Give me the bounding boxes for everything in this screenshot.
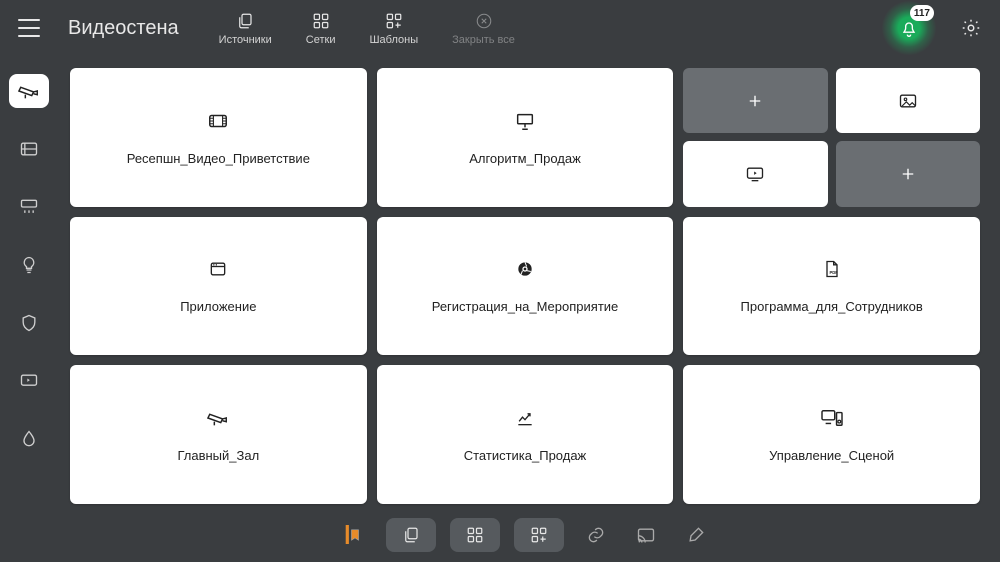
card-event-registration[interactable]: Регистрация_на_Мероприятие <box>377 217 674 356</box>
card-staff-program[interactable]: PDF Программа_для_Сотрудников <box>683 217 980 356</box>
settings-button[interactable] <box>960 17 982 39</box>
card-sales-algorithm[interactable]: Алгоритм_Продаж <box>377 68 674 207</box>
ac-icon <box>19 197 39 217</box>
plus-icon <box>746 92 764 110</box>
card-sales-stats[interactable]: Статистика_Продаж <box>377 365 674 504</box>
copy-icon <box>402 526 420 544</box>
bell-icon <box>899 18 919 38</box>
media-screen-icon <box>745 164 765 184</box>
link-icon <box>586 525 606 545</box>
grid-icon <box>311 11 331 31</box>
close-circle-icon <box>474 11 494 31</box>
copy-icon <box>235 11 255 31</box>
quick-image[interactable] <box>836 68 980 133</box>
cast-icon <box>636 525 656 545</box>
cctv-icon <box>206 406 230 430</box>
notifications-button[interactable]: 117 <box>882 1 936 55</box>
sidebar <box>0 56 58 562</box>
bottom-bar: ▎ <box>58 508 992 562</box>
card-label: Статистика_Продаж <box>464 448 587 463</box>
devices-icon <box>820 406 844 430</box>
browser-icon <box>513 257 537 281</box>
image-icon <box>898 91 918 111</box>
page-title: Видеостена <box>68 17 179 40</box>
quick-media[interactable] <box>683 141 827 206</box>
quick-add-2[interactable] <box>836 141 980 206</box>
btab-templates[interactable] <box>514 518 564 552</box>
cctv-icon <box>18 80 40 102</box>
tab-close-all[interactable]: Закрыть все <box>452 11 515 46</box>
sidebar-item-camera[interactable] <box>9 74 49 108</box>
droplet-icon <box>19 429 39 449</box>
card-label: Приложение <box>180 299 256 314</box>
gear-icon <box>960 17 982 39</box>
window-icon <box>206 257 230 281</box>
btab-grids[interactable] <box>450 518 500 552</box>
card-label: Алгоритм_Продаж <box>469 151 581 166</box>
sidebar-item-panels[interactable] <box>9 132 49 166</box>
panels-icon <box>19 139 39 159</box>
btab-link[interactable] <box>578 518 614 552</box>
tab-grids[interactable]: Сетки <box>306 11 336 46</box>
brush-icon <box>686 525 706 545</box>
btab-brush[interactable] <box>678 518 714 552</box>
chart-icon <box>513 406 537 430</box>
menu-button[interactable] <box>18 19 40 37</box>
grid-icon <box>466 526 484 544</box>
btab-sources[interactable] <box>386 518 436 552</box>
card-reception-video[interactable]: Ресепшн_Видео_Приветствие <box>70 68 367 207</box>
btab-cast[interactable] <box>628 518 664 552</box>
grid-add-icon <box>530 526 548 544</box>
quick-add-1[interactable] <box>683 68 827 133</box>
bookmark-icon <box>348 526 362 544</box>
pdf-file-icon: PDF <box>820 257 844 281</box>
sidebar-item-climate[interactable] <box>9 190 49 224</box>
notification-badge: 117 <box>910 5 934 21</box>
card-label: Главный_Зал <box>177 448 259 463</box>
content-grid: Ресепшн_Видео_Приветствие Алгоритм_Прода… <box>58 56 992 508</box>
card-label: Программа_для_Сотрудников <box>741 299 923 314</box>
card-stage-control[interactable]: Управление_Сценой <box>683 365 980 504</box>
sidebar-item-lighting[interactable] <box>9 248 49 282</box>
top-bar: Видеостена Источники Сетки Шаблоны Закры… <box>0 0 1000 56</box>
sidebar-item-water[interactable] <box>9 422 49 456</box>
bulb-icon <box>19 255 39 275</box>
audio-screen-icon <box>19 371 39 391</box>
tab-templates[interactable]: Шаблоны <box>369 11 418 46</box>
card-label: Регистрация_на_Мероприятие <box>432 299 619 314</box>
sidebar-item-security[interactable] <box>9 306 49 340</box>
top-tabs: Источники Сетки Шаблоны Закрыть все <box>219 11 515 46</box>
card-application[interactable]: Приложение <box>70 217 367 356</box>
card-quick-actions <box>683 68 980 207</box>
card-label: Управление_Сценой <box>769 448 894 463</box>
card-label: Ресепшн_Видео_Приветствие <box>127 151 310 166</box>
card-main-hall[interactable]: Главный_Зал <box>70 365 367 504</box>
shield-icon <box>19 313 39 333</box>
svg-text:PDF: PDF <box>829 270 838 275</box>
tab-sources[interactable]: Источники <box>219 11 272 46</box>
bookmark-button[interactable]: ▎ <box>336 518 372 552</box>
plus-icon <box>899 165 917 183</box>
presentation-icon <box>513 109 537 133</box>
sidebar-item-audio[interactable] <box>9 364 49 398</box>
film-icon <box>206 109 230 133</box>
grid-add-icon <box>384 11 404 31</box>
